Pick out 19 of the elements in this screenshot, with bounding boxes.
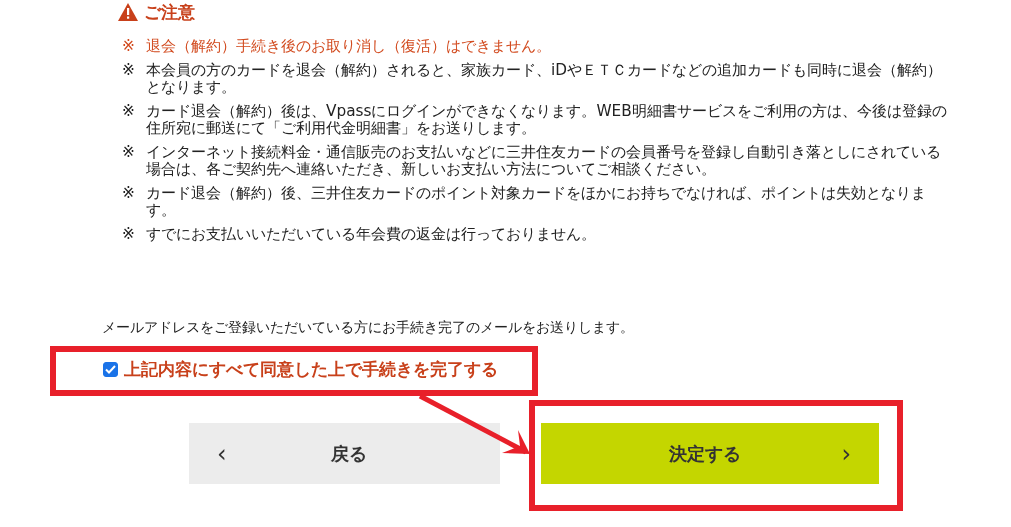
back-button[interactable]: ‹ 戻る [189,423,500,484]
note-text: カード退会（解約）後、三井住友カードのポイント対象カードをほかにお持ちでなければ、ポイントは失効となります。 [146,185,927,219]
notice-title: ご注意 [144,0,195,24]
agree-label[interactable]: 上記内容にすべて同意した上で手続きを完了する [124,357,498,381]
note-mark: ※ [122,103,136,122]
note-text: インターネット接続料金・通信販売のお支払いなどに三井住友カードの会員番号を登録し自動引き落としにされている場合は、各ご契約先へ連絡いただき、新しいお支払い方法についてご相談ください。 [146,144,942,178]
note-text: カード退会（解約）後は、Vpassにログインができなくなります。WEB明細書サービスをご利用の方は、今後は登録の住所宛に郵送にて「ご利用代金明細書」をお送りします。 [146,103,947,137]
note-mark: ※ [122,144,136,163]
email-note: メールアドレスをご登録いただいている方にお手続き完了のメールをお送りします。 [102,319,635,337]
note-mark: ※ [122,38,136,55]
note-mark: ※ [122,62,136,81]
agree-checkbox[interactable] [103,361,118,377]
note-text: すでにお支払いいただいている年会費の返金は行っておりません。 [146,226,596,243]
note-mark: ※ [122,185,136,204]
note-text: 本会員の方のカードを退会（解約）されると、家族カード、iDやＥＴＣカードなどの追加カードも同時に退会（解約）となります。 [146,62,944,96]
note-text: 退会（解約）手続き後のお取り消し（復活）はできません。 [146,38,551,55]
warning-icon [118,3,138,21]
note-mark: ※ [122,226,136,243]
submit-button[interactable]: 決定する › [541,423,879,484]
